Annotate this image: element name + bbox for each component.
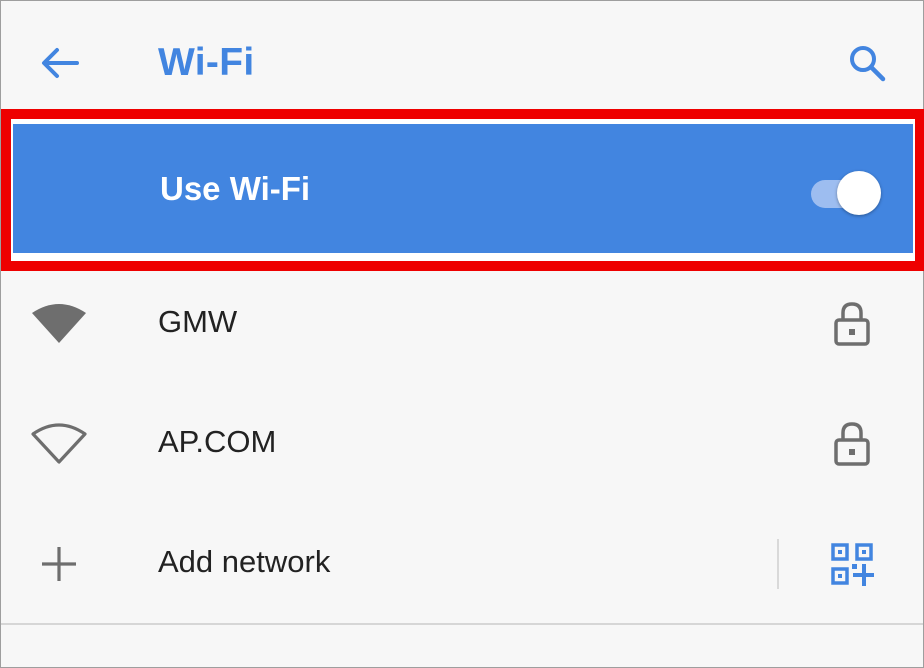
wifi-signal-outline-icon [31, 423, 87, 464]
add-network-label: Add network [158, 544, 331, 579]
arrow-back-icon [42, 48, 79, 78]
vertical-divider [777, 539, 779, 589]
use-wifi-row-background: Use Wi-Fi [13, 124, 913, 253]
plus-icon [42, 547, 76, 581]
lock-icon [834, 422, 870, 466]
use-wifi-label: Use Wi-Fi [160, 170, 311, 207]
use-wifi-row[interactable]: Use Wi-Fi [1, 109, 924, 271]
page-title: Wi-Fi [158, 41, 255, 84]
back-button[interactable] [37, 41, 81, 85]
qr-scan-button[interactable] [827, 539, 877, 589]
switch-thumb [837, 171, 881, 215]
list-divider [1, 623, 923, 625]
network-row-gmw[interactable]: GMW [1, 263, 923, 383]
wifi-toggle-switch[interactable] [809, 169, 883, 217]
network-name: AP.COM [158, 424, 277, 459]
network-name: GMW [158, 304, 238, 339]
qr-code-scan-icon [831, 543, 874, 586]
wifi-signal-full-icon [32, 304, 86, 343]
search-button[interactable] [845, 41, 889, 85]
network-row-ap-com[interactable]: AP.COM [1, 383, 923, 503]
wifi-settings-screen: Wi-Fi Use Wi-Fi GMW AP.COM Add network [0, 0, 924, 668]
network-list: GMW AP.COM Add network [1, 263, 923, 623]
search-icon [850, 46, 886, 82]
app-bar: Wi-Fi [1, 1, 923, 121]
add-network-row[interactable]: Add network [1, 503, 923, 623]
lock-icon [834, 302, 870, 346]
